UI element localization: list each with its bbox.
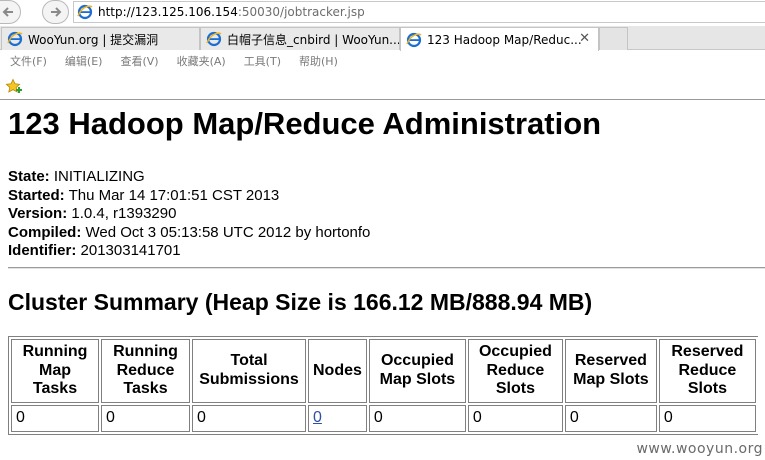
favorites-bar (0, 72, 765, 100)
new-tab-button[interactable] (599, 27, 628, 50)
info-compiled: Compiled: Wed Oct 3 05:13:58 UTC 2012 by… (8, 224, 370, 243)
tab-cnbird-info[interactable]: 白帽子信息_cnbird | WooYun... (200, 27, 400, 50)
info-label: Version: (8, 205, 68, 222)
info-label: State: (8, 168, 50, 185)
cell-reserved-reduce-slots: 0 (658, 404, 756, 432)
info-value: INITIALIZING (49, 168, 145, 185)
table-row: 0 0 0 0 0 0 0 0 (11, 404, 756, 432)
info-identifier: Identifier: 201303141701 (8, 242, 370, 261)
menu-file[interactable]: 文件(F) (10, 53, 47, 69)
forward-arrow-icon (50, 7, 61, 17)
page-title: 123 Hadoop Map/Reduce Administration (8, 106, 602, 141)
info-started: Started: Thu Mar 14 17:01:51 CST 2013 (8, 187, 370, 206)
cell-running-map-tasks: 0 (11, 404, 99, 432)
menu-favorites[interactable]: 收藏夹(A) (177, 53, 226, 69)
close-icon[interactable]: ✕ (579, 31, 590, 46)
tab-label: WooYun.org | 提交漏洞 (28, 32, 159, 47)
menu-tools[interactable]: 工具(T) (244, 53, 281, 69)
info-label: Started: (8, 186, 65, 204)
ie-page-icon (206, 31, 222, 47)
col-running-reduce-tasks: Running Reduce Tasks (101, 339, 190, 403)
watermark: www.wooyun.org (636, 441, 763, 457)
col-total-submissions: Total Submissions (192, 339, 306, 403)
info-value: Wed Oct 3 05:13:58 UTC 2012 by hortonfo (81, 223, 371, 241)
menu-help[interactable]: 帮助(H) (299, 53, 338, 69)
menu-bar: 文件(F) 编辑(E) 查看(V) 收藏夹(A) 工具(T) 帮助(H) (0, 50, 765, 72)
address-text: http://123.125.106.154:50030/jobtracker.… (98, 5, 365, 19)
divider (8, 267, 765, 269)
ie-page-icon (77, 4, 93, 20)
browser-chrome: http://123.125.106.154:50030/jobtracker.… (0, 0, 765, 100)
url-path: :50030/jobtracker.jsp (237, 5, 365, 19)
jobtracker-info: State: INITIALIZING Started: Thu Mar 14 … (8, 168, 370, 261)
cluster-summary-table: Running Map Tasks Running Reduce Tasks T… (8, 336, 758, 435)
info-value: 201303141701 (76, 242, 181, 259)
favorites-star-icon[interactable] (5, 78, 23, 96)
cluster-summary-title: Cluster Summary (Heap Size is 166.12 MB/… (8, 289, 593, 315)
ie-page-icon (7, 31, 23, 47)
url-host: http://123.125.106.154 (98, 5, 238, 19)
ie-page-icon (406, 32, 422, 47)
col-reserved-map-slots: Reserved Map Slots (564, 339, 657, 403)
cell-total-submissions: 0 (192, 404, 306, 432)
col-occupied-map-slots: Occupied Map Slots (368, 339, 466, 403)
tab-label: 123 Hadoop Map/Reduc... (427, 32, 582, 47)
back-button[interactable] (0, 0, 21, 24)
col-running-map-tasks: Running Map Tasks (11, 339, 99, 403)
info-label: Compiled: (8, 223, 82, 241)
tab-wooyun-submit[interactable]: WooYun.org | 提交漏洞 (1, 27, 200, 50)
forward-button[interactable] (42, 0, 69, 24)
table-header-row: Running Map Tasks Running Reduce Tasks T… (11, 339, 756, 403)
tab-strip: WooYun.org | 提交漏洞 白帽子信息_cnbird | WooYun.… (0, 26, 765, 51)
info-value: 1.0.4, r1393290 (67, 205, 177, 222)
nodes-link[interactable]: 0 (313, 409, 322, 426)
cell-occupied-reduce-slots: 0 (467, 404, 563, 432)
cell-occupied-map-slots: 0 (368, 404, 466, 432)
back-arrow-icon (2, 7, 13, 17)
cell-reserved-map-slots: 0 (564, 404, 657, 432)
col-occupied-reduce-slots: Occupied Reduce Slots (467, 339, 563, 403)
info-version: Version: 1.0.4, r1393290 (8, 205, 370, 224)
col-nodes: Nodes (308, 339, 367, 403)
tab-hadoop-active[interactable]: 123 Hadoop Map/Reduc... ✕ (400, 27, 599, 51)
cell-running-reduce-tasks: 0 (101, 404, 190, 432)
address-bar[interactable]: http://123.125.106.154:50030/jobtracker.… (73, 1, 765, 23)
menu-edit[interactable]: 编辑(E) (65, 53, 103, 69)
info-value: Thu Mar 14 17:01:51 CST 2013 (64, 186, 280, 204)
info-label: Identifier: (8, 242, 77, 259)
tab-label: 白帽子信息_cnbird | WooYun... (227, 32, 399, 47)
address-row: http://123.125.106.154:50030/jobtracker.… (0, 0, 765, 26)
info-state: State: INITIALIZING (8, 168, 370, 187)
menu-view[interactable]: 查看(V) (120, 53, 158, 69)
cell-nodes: 0 (308, 404, 367, 432)
col-reserved-reduce-slots: Reserved Reduce Slots (658, 339, 756, 403)
